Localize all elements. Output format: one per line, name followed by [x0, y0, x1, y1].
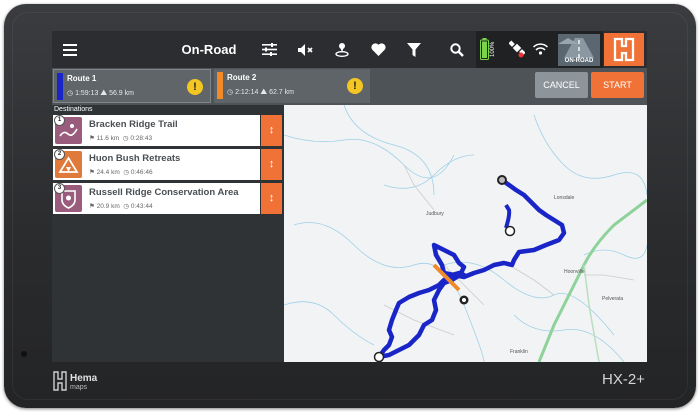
route-2-name: Route 2	[227, 73, 257, 82]
destination-time: 0:28:43	[130, 135, 153, 142]
distance-icon: ⚑	[89, 203, 95, 210]
destination-distance: 24.4 km	[96, 169, 120, 176]
destination-name: Huon Bush Retreats	[89, 153, 181, 164]
destination-number: 1	[54, 115, 65, 126]
highway	[537, 198, 647, 362]
route-1-distance: 56.9 km	[109, 90, 134, 97]
waypoint-1-marker[interactable]	[373, 351, 385, 362]
clock-icon: ◷	[227, 89, 234, 96]
brand-sub: maps	[70, 384, 88, 391]
destination-time: 0:43:44	[130, 203, 153, 210]
camera-dot	[21, 351, 27, 357]
hema-logo-icon	[613, 37, 635, 62]
page-title: On-Road	[181, 42, 237, 57]
destination-name: Bracken Ridge Trail	[89, 119, 178, 130]
trail-icon: 1	[54, 115, 82, 144]
current-position-center	[462, 298, 466, 302]
map-canvas[interactable]: Lonsdale Hoonville Pelverata Franklin Ju…	[283, 104, 647, 362]
destination-distance: 11.6 km	[96, 135, 120, 142]
cancel-button[interactable]: CANCEL	[535, 72, 588, 98]
map-view[interactable]: Lonsdale Hoonville Pelverata Franklin Ju…	[283, 104, 647, 362]
reorder-handle-3[interactable]: ↕	[261, 183, 282, 214]
destination-name: Russell Ridge Conservation Area	[89, 187, 239, 198]
destination-time: 0:46:46	[130, 169, 153, 176]
route-1-line	[376, 177, 567, 360]
destination-number: 2	[54, 149, 65, 160]
waypoint-2-marker[interactable]	[504, 225, 516, 237]
clock-icon: ◷	[67, 90, 74, 97]
route-1-time: 1:59:13	[75, 90, 99, 97]
destination-item-3[interactable]: 3 Russell Ridge Conservation Area ⚑ 20.9…	[53, 183, 260, 214]
brand-logo: Hema maps	[53, 371, 97, 396]
place-label-judbury: Judbury	[426, 211, 444, 217]
hamburger-menu-icon[interactable]	[58, 31, 82, 68]
distance-icon: ⚑	[89, 135, 95, 142]
route-2-distance: 62.7 km	[269, 89, 294, 96]
route-bar: Route 1 ◷ 1:59:13 ⛰ 56.9 km ! Route 2 ◷ …	[52, 68, 647, 105]
destinations-panel: Destinations 1 Bracken Ridge Trail ⚑ 11.…	[52, 105, 284, 362]
wifi-icon	[532, 42, 549, 60]
road-distance-icon: ⛰	[100, 88, 108, 97]
search-icon[interactable]	[445, 31, 469, 68]
top-bar: On-Road 100% ON-ROAD	[52, 31, 647, 68]
minor-roads	[383, 164, 635, 336]
route-card-1[interactable]: Route 1 ◷ 1:59:13 ⛰ 56.9 km !	[53, 69, 211, 103]
destination-item-1[interactable]: 1 Bracken Ridge Trail ⚑ 11.6 km ◷ 0:28:4…	[53, 115, 260, 146]
location-pin-icon[interactable]	[330, 31, 354, 68]
screen: On-Road 100% ON-ROAD Route 1 ◷ 1:59:13 ⛰…	[52, 31, 647, 362]
place-label-hoonville: Hoonville	[564, 269, 585, 275]
distance-icon: ⚑	[89, 169, 95, 176]
destinations-header: Destinations	[54, 106, 93, 113]
device-model: HX-2+	[602, 371, 645, 388]
route-1-color-swatch	[57, 73, 63, 100]
brand-name: Hema	[70, 373, 98, 384]
warning-icon[interactable]: !	[347, 78, 363, 94]
conservation-area-icon: 3	[54, 183, 82, 212]
clock-icon: ◷	[123, 169, 130, 176]
route-2-color-swatch	[217, 72, 223, 99]
hema-home-button[interactable]	[604, 33, 644, 66]
clock-icon: ◷	[123, 203, 130, 210]
heart-icon[interactable]	[366, 31, 390, 68]
gps-satellite-icon	[508, 40, 526, 63]
campsite-icon: 2	[54, 149, 82, 178]
filter-icon[interactable]	[402, 31, 426, 68]
onroad-label: ON-ROAD	[564, 58, 594, 64]
place-label-pelverata: Pelverata	[602, 296, 623, 302]
hema-brand-icon	[53, 371, 67, 391]
battery-icon	[480, 38, 489, 65]
secondary-road	[583, 264, 600, 362]
road-distance-icon: ⛰	[260, 87, 268, 96]
route-1-name: Route 1	[67, 74, 97, 83]
start-button[interactable]: START	[591, 72, 644, 98]
battery-percent: 100%	[490, 41, 496, 57]
destination-flag-inner	[499, 177, 505, 183]
warning-icon[interactable]: !	[187, 79, 203, 95]
reorder-handle-1[interactable]: ↕	[261, 115, 282, 146]
destination-number: 3	[54, 183, 65, 194]
route-1-spur	[504, 203, 512, 229]
place-label-franklin: Franklin	[510, 349, 528, 355]
destination-distance: 20.9 km	[96, 203, 120, 210]
reorder-handle-2[interactable]: ↕	[261, 149, 282, 180]
road-icon	[558, 38, 594, 58]
sliders-icon[interactable]	[257, 31, 281, 68]
onroad-mode-button[interactable]: ON-ROAD	[558, 34, 600, 66]
route-card-2[interactable]: Route 2 ◷ 2:12:14 ⛰ 62.7 km !	[214, 69, 370, 103]
clock-icon: ◷	[122, 135, 129, 142]
destination-item-2[interactable]: 2 Huon Bush Retreats ⚑ 24.4 km ◷ 0:46:46	[53, 149, 260, 180]
mute-icon[interactable]	[294, 31, 318, 68]
route-2-time: 2:12:14	[235, 89, 259, 96]
place-label-lonsdale: Lonsdale	[554, 195, 575, 201]
